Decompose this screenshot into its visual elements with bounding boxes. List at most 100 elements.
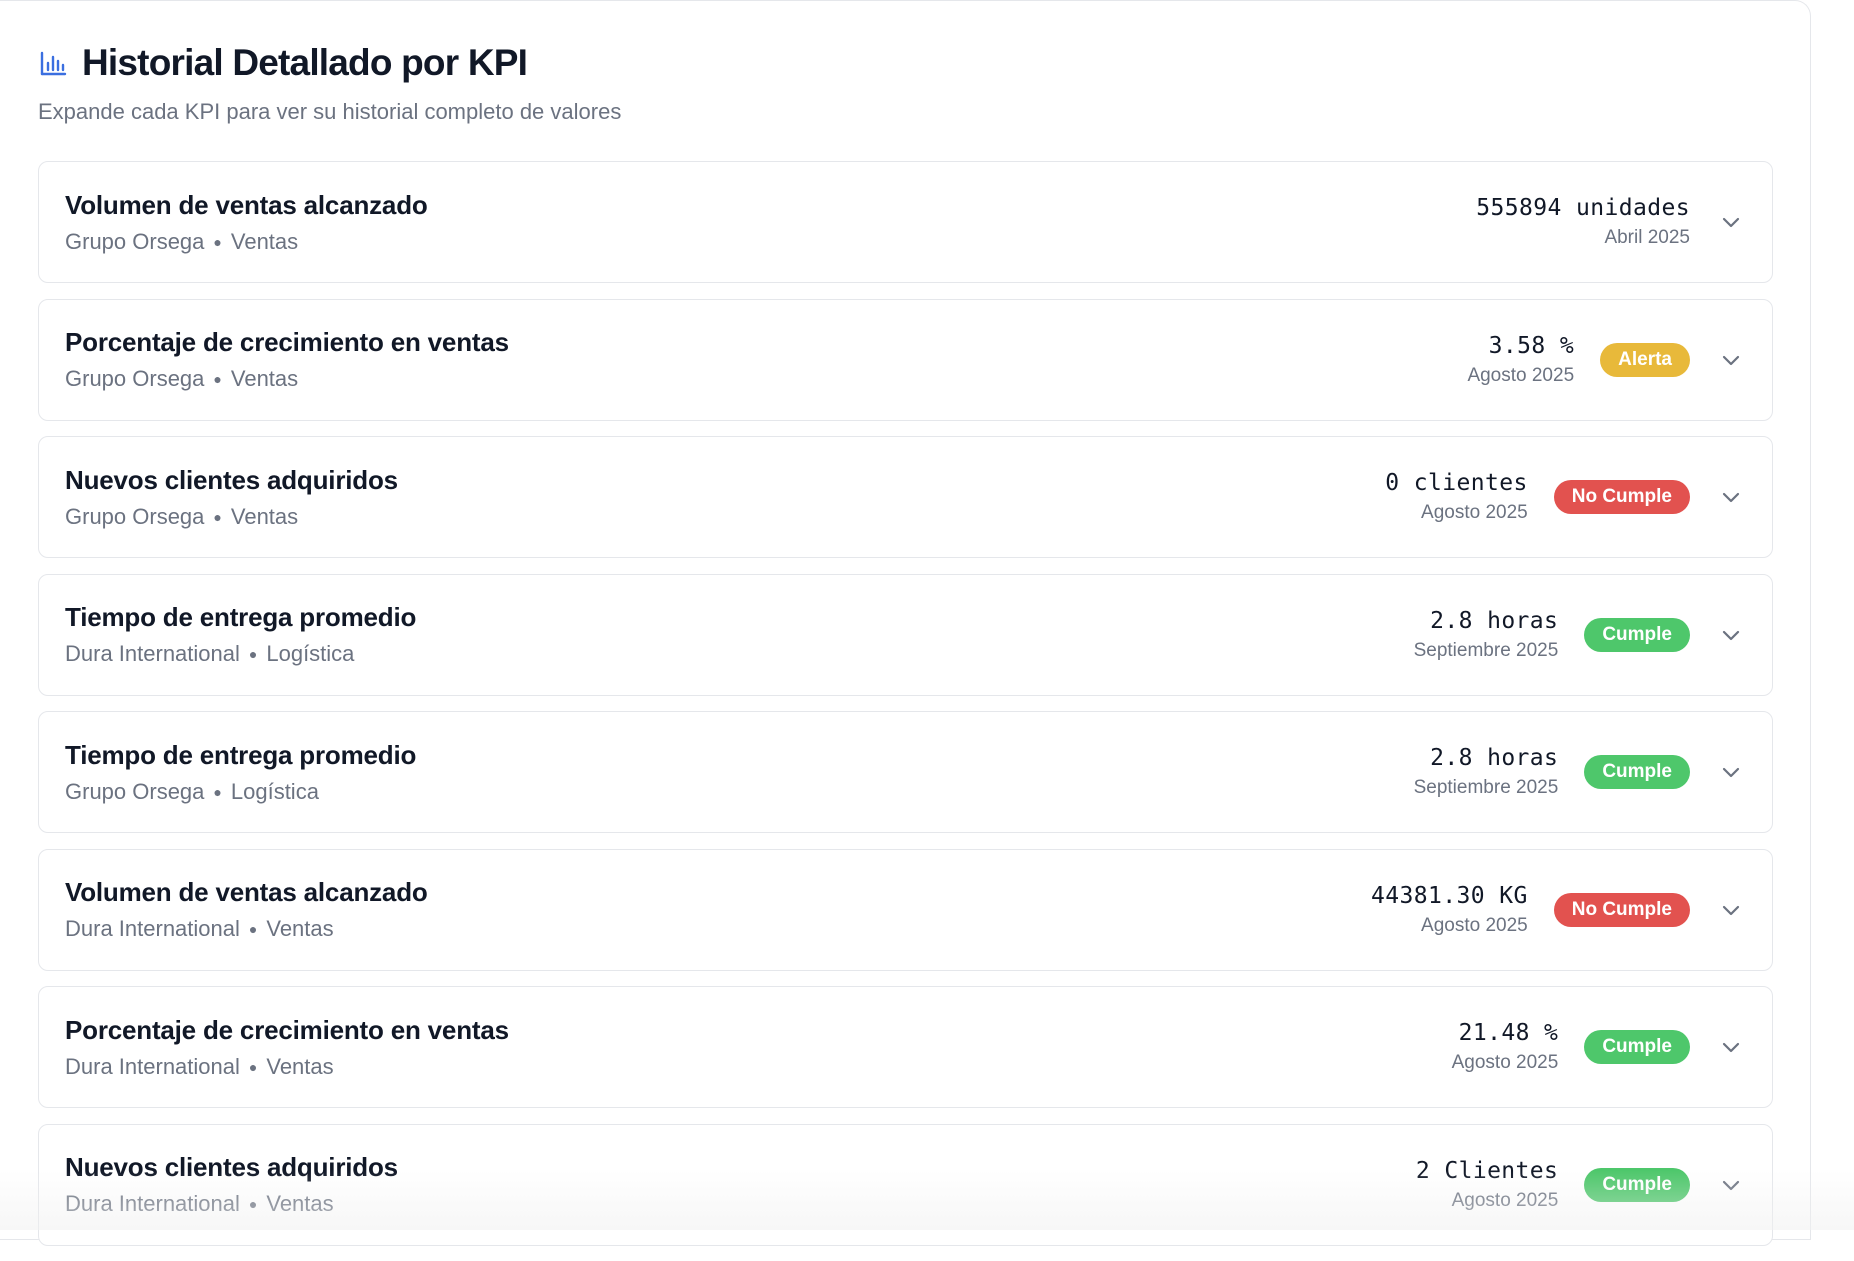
kpi-history-panel: Historial Detallado por KPI Expande cada… xyxy=(0,0,1811,1240)
kpi-value-block: 2.8 horas Septiembre 2025 xyxy=(1414,745,1559,799)
chevron-down-icon[interactable] xyxy=(1716,1170,1746,1200)
kpi-value: 2.8 horas xyxy=(1430,608,1558,634)
kpi-period: Agosto 2025 xyxy=(1452,1190,1559,1212)
status-badge: Cumple xyxy=(1584,1168,1690,1202)
kpi-card[interactable]: Porcentaje de crecimiento en ventas Grup… xyxy=(38,299,1773,421)
status-badge: Alerta xyxy=(1600,343,1690,377)
chevron-down-icon[interactable] xyxy=(1716,482,1746,512)
separator-dot: ● xyxy=(213,234,221,250)
kpi-area: Ventas xyxy=(266,1054,333,1080)
chevron-down-icon[interactable] xyxy=(1716,757,1746,787)
kpi-info: Volumen de ventas alcanzado Dura Interna… xyxy=(65,877,1371,942)
kpi-meta: Dura International ● Ventas xyxy=(65,1191,1416,1217)
kpi-info: Tiempo de entrega promedio Dura Internat… xyxy=(65,602,1414,667)
chevron-down-icon[interactable] xyxy=(1716,1032,1746,1062)
kpi-company: Dura International xyxy=(65,916,240,942)
kpi-name: Porcentaje de crecimiento en ventas xyxy=(65,1015,1452,1046)
kpi-company: Dura International xyxy=(65,1054,240,1080)
kpi-info: Nuevos clientes adquiridos Dura Internat… xyxy=(65,1152,1416,1217)
separator-dot: ● xyxy=(213,509,221,525)
kpi-value: 0 clientes xyxy=(1385,470,1527,496)
status-badge: Cumple xyxy=(1584,618,1690,652)
kpi-info: Volumen de ventas alcanzado Grupo Orsega… xyxy=(65,190,1476,255)
kpi-card[interactable]: Volumen de ventas alcanzado Dura Interna… xyxy=(38,849,1773,971)
kpi-card[interactable]: Porcentaje de crecimiento en ventas Dura… xyxy=(38,986,1773,1108)
chevron-down-icon[interactable] xyxy=(1716,620,1746,650)
kpi-value-block: 2.8 horas Septiembre 2025 xyxy=(1414,608,1559,662)
kpi-summary: 44381.30 KG Agosto 2025 No Cumple xyxy=(1371,883,1746,937)
kpi-name: Tiempo de entrega promedio xyxy=(65,740,1414,771)
kpi-period: Agosto 2025 xyxy=(1421,502,1528,524)
kpi-value-block: 3.58 % Agosto 2025 xyxy=(1467,333,1574,387)
kpi-info: Tiempo de entrega promedio Grupo Orsega … xyxy=(65,740,1414,805)
kpi-value-block: 555894 unidades Abril 2025 xyxy=(1476,195,1690,249)
kpi-company: Grupo Orsega xyxy=(65,504,204,530)
page-title: Historial Detallado por KPI xyxy=(82,42,527,84)
kpi-company: Grupo Orsega xyxy=(65,229,204,255)
bar-chart-icon xyxy=(38,48,68,78)
kpi-summary: 21.48 % Agosto 2025 Cumple xyxy=(1452,1020,1746,1074)
kpi-area: Ventas xyxy=(266,916,333,942)
kpi-value: 44381.30 KG xyxy=(1371,883,1528,909)
kpi-summary: 2.8 horas Septiembre 2025 Cumple xyxy=(1414,608,1746,662)
kpi-company: Grupo Orsega xyxy=(65,366,204,392)
kpi-meta: Grupo Orsega ● Logística xyxy=(65,779,1414,805)
kpi-meta: Dura International ● Ventas xyxy=(65,1054,1452,1080)
kpi-period: Abril 2025 xyxy=(1604,227,1690,249)
chevron-down-icon[interactable] xyxy=(1716,895,1746,925)
kpi-value: 3.58 % xyxy=(1489,333,1574,359)
kpi-area: Ventas xyxy=(266,1191,333,1217)
kpi-period: Septiembre 2025 xyxy=(1414,640,1559,662)
page-subtitle: Expande cada KPI para ver su historial c… xyxy=(38,99,621,125)
kpi-area: Ventas xyxy=(231,366,298,392)
kpi-value-block: 0 clientes Agosto 2025 xyxy=(1385,470,1527,524)
status-badge: Cumple xyxy=(1584,1030,1690,1064)
title-row: Historial Detallado por KPI xyxy=(38,39,621,87)
kpi-card[interactable]: Volumen de ventas alcanzado Grupo Orsega… xyxy=(38,161,1773,283)
separator-dot: ● xyxy=(249,1196,257,1212)
kpi-meta: Grupo Orsega ● Ventas xyxy=(65,504,1385,530)
kpi-name: Porcentaje de crecimiento en ventas xyxy=(65,327,1467,358)
kpi-summary: 2.8 horas Septiembre 2025 Cumple xyxy=(1414,745,1746,799)
kpi-area: Ventas xyxy=(231,229,298,255)
kpi-period: Agosto 2025 xyxy=(1467,365,1574,387)
kpi-name: Nuevos clientes adquiridos xyxy=(65,1152,1416,1183)
chevron-down-icon[interactable] xyxy=(1716,345,1746,375)
kpi-meta: Dura International ● Ventas xyxy=(65,916,1371,942)
kpi-period: Agosto 2025 xyxy=(1421,915,1528,937)
kpi-summary: 555894 unidades Abril 2025 xyxy=(1476,195,1746,249)
kpi-value-block: 2 Clientes Agosto 2025 xyxy=(1416,1158,1558,1212)
kpi-summary: 2 Clientes Agosto 2025 Cumple xyxy=(1416,1158,1746,1212)
kpi-company: Dura International xyxy=(65,1191,240,1217)
kpi-meta: Grupo Orsega ● Ventas xyxy=(65,366,1467,392)
kpi-value-block: 44381.30 KG Agosto 2025 xyxy=(1371,883,1528,937)
kpi-company: Dura International xyxy=(65,641,240,667)
separator-dot: ● xyxy=(213,371,221,387)
status-badge: Cumple xyxy=(1584,755,1690,789)
separator-dot: ● xyxy=(249,921,257,937)
kpi-value: 21.48 % xyxy=(1459,1020,1559,1046)
kpi-company: Grupo Orsega xyxy=(65,779,204,805)
kpi-list: Volumen de ventas alcanzado Grupo Orsega… xyxy=(38,161,1773,1261)
kpi-value-block: 21.48 % Agosto 2025 xyxy=(1452,1020,1559,1074)
kpi-info: Nuevos clientes adquiridos Grupo Orsega … xyxy=(65,465,1385,530)
kpi-card[interactable]: Tiempo de entrega promedio Grupo Orsega … xyxy=(38,711,1773,833)
kpi-name: Nuevos clientes adquiridos xyxy=(65,465,1385,496)
kpi-name: Tiempo de entrega promedio xyxy=(65,602,1414,633)
status-badge: No Cumple xyxy=(1554,893,1690,927)
kpi-card[interactable]: Nuevos clientes adquiridos Grupo Orsega … xyxy=(38,436,1773,558)
separator-dot: ● xyxy=(249,646,257,662)
kpi-card[interactable]: Tiempo de entrega promedio Dura Internat… xyxy=(38,574,1773,696)
kpi-period: Septiembre 2025 xyxy=(1414,777,1559,799)
separator-dot: ● xyxy=(213,784,221,800)
chevron-down-icon[interactable] xyxy=(1716,207,1746,237)
kpi-card[interactable]: Nuevos clientes adquiridos Dura Internat… xyxy=(38,1124,1773,1246)
kpi-area: Logística xyxy=(266,641,354,667)
panel-header: Historial Detallado por KPI Expande cada… xyxy=(38,39,621,125)
kpi-name: Volumen de ventas alcanzado xyxy=(65,190,1476,221)
kpi-info: Porcentaje de crecimiento en ventas Dura… xyxy=(65,1015,1452,1080)
kpi-name: Volumen de ventas alcanzado xyxy=(65,877,1371,908)
kpi-value: 2 Clientes xyxy=(1416,1158,1558,1184)
kpi-period: Agosto 2025 xyxy=(1452,1052,1559,1074)
kpi-area: Logística xyxy=(231,779,319,805)
